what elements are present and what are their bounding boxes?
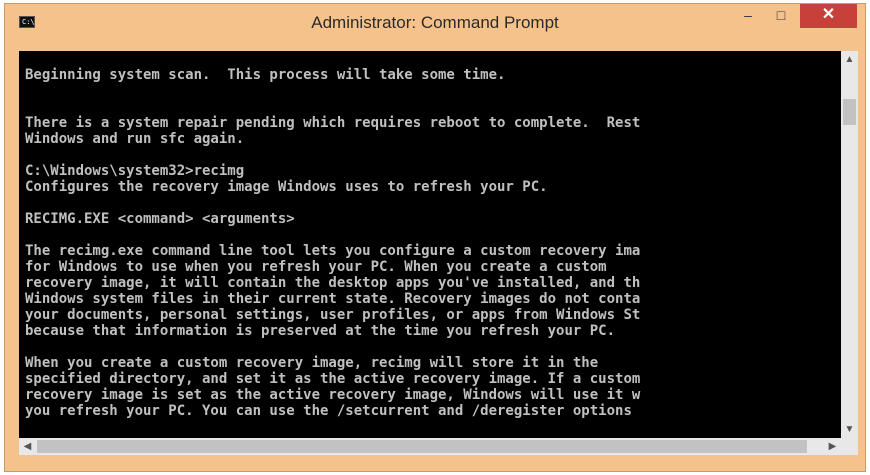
- console-line: for Windows to use when you refresh your…: [25, 259, 607, 275]
- horizontal-scroll-thumb[interactable]: [37, 440, 807, 453]
- console-line: your documents, personal settings, user …: [25, 307, 641, 323]
- command-prompt-window: C:\ Administrator: Command Prompt – □ ✕ …: [4, 3, 866, 472]
- console-line: Windows system files in their current st…: [25, 291, 641, 307]
- vertical-scroll-thumb[interactable]: [843, 99, 856, 125]
- scroll-up-icon[interactable]: ▲: [841, 51, 858, 68]
- close-button[interactable]: ✕: [800, 4, 857, 28]
- console-line: because that information is preserved at…: [25, 323, 616, 339]
- console-line: RECIMG.EXE <command> <arguments>: [25, 211, 295, 227]
- scrollbar-corner: [841, 438, 858, 455]
- scroll-left-icon[interactable]: ◀: [19, 438, 36, 455]
- console-line: recovery image, it will contain the desk…: [25, 275, 641, 291]
- console-line: The recimg.exe command line tool lets yo…: [25, 243, 641, 259]
- title-bar[interactable]: C:\ Administrator: Command Prompt – □ ✕: [5, 4, 865, 42]
- vertical-scrollbar[interactable]: ▲ ▼: [841, 51, 858, 438]
- console-line: Configures the recovery image Windows us…: [25, 179, 548, 195]
- console-line: Windows and run sfc again.: [25, 131, 245, 147]
- horizontal-scrollbar[interactable]: ◀ ▶: [19, 438, 841, 455]
- console-line: There is a system repair pending which r…: [25, 115, 641, 131]
- console-output[interactable]: Beginning system scan. This process will…: [19, 51, 841, 438]
- console-text: Beginning system scan. This process will…: [19, 51, 841, 419]
- console-line: Beginning system scan. This process will…: [25, 67, 506, 83]
- scroll-down-icon[interactable]: ▼: [841, 421, 858, 438]
- console-line: you refresh your PC. You can use the /se…: [25, 403, 632, 419]
- console-line: recovery image is set as the active reco…: [25, 387, 641, 403]
- scroll-right-icon[interactable]: ▶: [824, 438, 841, 455]
- minimize-button[interactable]: –: [734, 4, 762, 28]
- console-line: specified directory, and set it as the a…: [25, 371, 641, 387]
- console-line: When you create a custom recovery image,…: [25, 355, 599, 371]
- maximize-button[interactable]: □: [767, 4, 795, 28]
- console-line: C:\Windows\system32>recimg: [25, 163, 245, 179]
